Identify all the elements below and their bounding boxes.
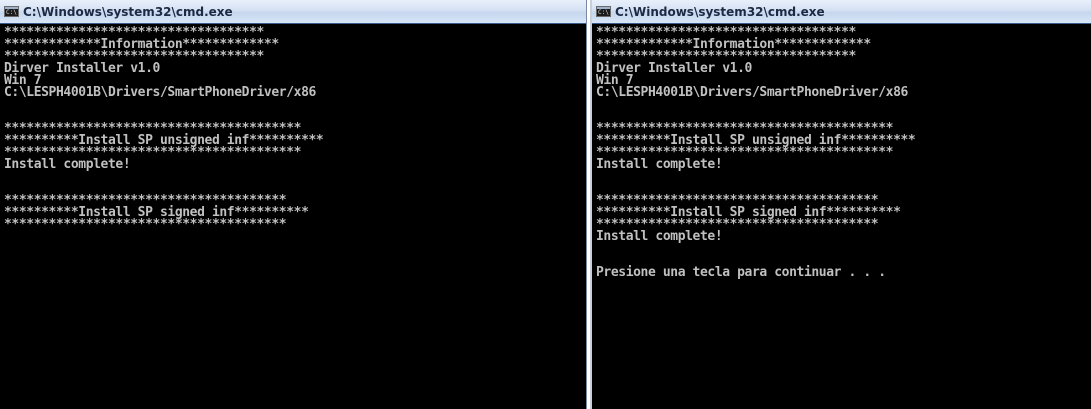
console-output[interactable]: *********************************** *****… (592, 24, 1091, 279)
cmd-window-left[interactable]: C:\ C:\Windows\system32\cmd.exe ********… (0, 0, 587, 409)
title-bar[interactable]: C:\ C:\Windows\system32\cmd.exe (0, 0, 586, 24)
console-line: Install complete! (596, 157, 723, 172)
console-line: Dirver Installer v1.0 (596, 61, 752, 76)
cmd-icon: C:\ (4, 6, 19, 17)
cmd-icon: C:\ (596, 6, 611, 17)
console-output[interactable]: *********************************** *****… (0, 24, 586, 231)
console-line: Presione una tecla para continuar . . . (596, 265, 886, 280)
console-line: Install complete! (596, 229, 723, 244)
cmd-window-right[interactable]: C:\ C:\Windows\system32\cmd.exe ********… (590, 0, 1091, 409)
desktop: C:\ C:\Windows\system32\cmd.exe ********… (0, 0, 1091, 409)
console-line: Dirver Installer v1.0 (4, 61, 160, 76)
console-line: C:\LESPH4001B\Drivers/SmartPhoneDriver/x… (596, 85, 908, 100)
window-title: C:\Windows\system32\cmd.exe (23, 4, 233, 19)
console-line: Install complete! (4, 157, 131, 172)
window-title: C:\Windows\system32\cmd.exe (615, 4, 825, 19)
title-bar[interactable]: C:\ C:\Windows\system32\cmd.exe (592, 0, 1091, 24)
console-line: C:\LESPH4001B\Drivers/SmartPhoneDriver/x… (4, 85, 316, 100)
console-line: ************************************** (4, 217, 287, 232)
